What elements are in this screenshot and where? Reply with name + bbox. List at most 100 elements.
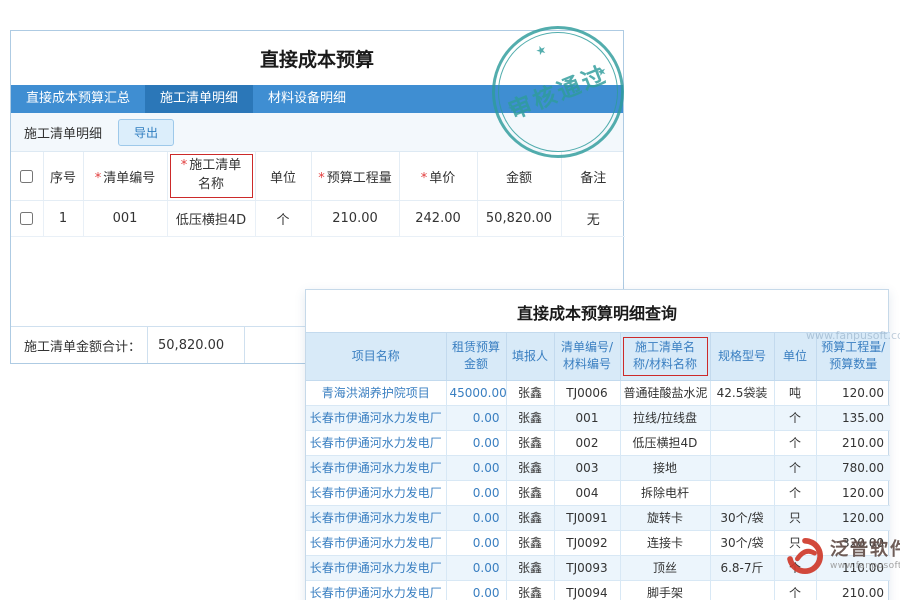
- cell: 低压横担4D: [167, 201, 255, 237]
- header-row: 项目名称租赁预算金额填报人清单编号/材料编号施工清单名称/材料名称规格型号单位预…: [306, 333, 890, 381]
- cell: 210.00: [816, 580, 890, 600]
- cell: [710, 405, 774, 430]
- cell: 50,820.00: [477, 201, 561, 237]
- cell: 0.00: [446, 505, 506, 530]
- cell: 30个/袋: [710, 530, 774, 555]
- panel2-title: 直接成本预算明细查询: [306, 290, 888, 332]
- export-button[interactable]: 导出: [118, 119, 174, 146]
- cell: 青海洪湖养护院项目: [306, 380, 446, 405]
- cell: [710, 480, 774, 505]
- cell: [710, 455, 774, 480]
- table-row: 长春市伊通河水力发电厂0.00张鑫004拆除电杆个120.00: [306, 480, 890, 505]
- cell: 普通硅酸盐水泥: [620, 380, 710, 405]
- cell: 210.00: [816, 430, 890, 455]
- brand-text-block: 泛普软件 www.fanpusoft.com: [830, 540, 900, 571]
- cell: 张鑫: [506, 480, 554, 505]
- cell: 个: [774, 480, 816, 505]
- cell: 6.8-7斤: [710, 555, 774, 580]
- brand-name: 泛普软件: [830, 540, 900, 561]
- tab-1[interactable]: 直接成本预算汇总: [11, 85, 145, 113]
- brand-url: www.fanpusoft.com: [830, 561, 900, 571]
- table-row: 长春市伊通河水力发电厂0.00张鑫003接地个780.00: [306, 455, 890, 480]
- required-asterisk: *: [421, 171, 428, 186]
- column-header: *清单编号: [83, 152, 167, 201]
- cell: 长春市伊通河水力发电厂: [306, 430, 446, 455]
- column-header: *施工清单名称: [167, 152, 255, 201]
- header-label: 序号: [50, 171, 76, 186]
- header-label: 金额: [506, 171, 532, 186]
- table-row: 长春市伊通河水力发电厂0.00张鑫002低压横担4D个210.00: [306, 430, 890, 455]
- cell: 长春市伊通河水力发电厂: [306, 580, 446, 600]
- column-header: 清单编号/材料编号: [554, 333, 620, 381]
- cell: 张鑫: [506, 505, 554, 530]
- table-row: 长春市伊通河水力发电厂0.00张鑫TJ0091旋转卡30个/袋只120.00: [306, 505, 890, 530]
- cell: 0.00: [446, 555, 506, 580]
- column-header: 填报人: [506, 333, 554, 381]
- cell: 张鑫: [506, 530, 554, 555]
- cell: 个: [774, 430, 816, 455]
- column-header: 施工清单名称/材料名称: [620, 333, 710, 381]
- header-row: 序号*清单编号*施工清单名称单位*预算工程量*单价金额备注: [11, 152, 625, 201]
- cell: 0.00: [446, 405, 506, 430]
- cell: 1: [43, 201, 83, 237]
- toolbar: 施工清单明细 导出: [11, 113, 623, 152]
- cell: 120.00: [816, 505, 890, 530]
- cell: 0.00: [446, 530, 506, 555]
- cell: 低压横担4D: [620, 430, 710, 455]
- required-asterisk: *: [181, 158, 188, 173]
- cell: 张鑫: [506, 380, 554, 405]
- cell: TJ0006: [554, 380, 620, 405]
- cell: TJ0092: [554, 530, 620, 555]
- cell: 30个/袋: [710, 505, 774, 530]
- cell: 接地: [620, 455, 710, 480]
- tab-bar: 直接成本预算汇总施工清单明细材料设备明细: [11, 85, 623, 113]
- cell: 连接卡: [620, 530, 710, 555]
- faint-url-watermark: www.fanpusoft.com: [806, 329, 900, 342]
- brand-watermark: 泛普软件 www.fanpusoft.com: [786, 537, 900, 575]
- column-header: 单位: [255, 152, 311, 201]
- select-all-cell: [11, 152, 43, 201]
- column-header: 项目名称: [306, 333, 446, 381]
- cell: 001: [83, 201, 167, 237]
- table-row: 1001低压横担4D个210.00242.0050,820.00无: [11, 201, 625, 237]
- cell: 吨: [774, 380, 816, 405]
- cell: 张鑫: [506, 405, 554, 430]
- section-label: 施工清单明细: [24, 123, 102, 142]
- row-checkbox[interactable]: [20, 212, 33, 225]
- tab-3[interactable]: 材料设备明细: [253, 85, 361, 113]
- cell: 长春市伊通河水力发电厂: [306, 555, 446, 580]
- cell: TJ0094: [554, 580, 620, 600]
- column-header: 租赁预算金额: [446, 333, 506, 381]
- cell: 长春市伊通河水力发电厂: [306, 480, 446, 505]
- column-header: 序号: [43, 152, 83, 201]
- column-header: *单价: [399, 152, 477, 201]
- cell: 张鑫: [506, 455, 554, 480]
- cell: TJ0093: [554, 555, 620, 580]
- cell: 长春市伊通河水力发电厂: [306, 455, 446, 480]
- cell: 顶丝: [620, 555, 710, 580]
- cell: 拆除电杆: [620, 480, 710, 505]
- cell: 0.00: [446, 430, 506, 455]
- header-label: 施工清单名称: [189, 158, 241, 192]
- cell: 脚手架: [620, 580, 710, 600]
- cell: 长春市伊通河水力发电厂: [306, 405, 446, 430]
- column-header: 备注: [561, 152, 625, 201]
- cell: 拉线/拉线盘: [620, 405, 710, 430]
- cell: 无: [561, 201, 625, 237]
- tab-2[interactable]: 施工清单明细: [145, 85, 253, 113]
- cell: 只: [774, 505, 816, 530]
- header-label: 备注: [580, 171, 606, 186]
- highlighted-header-box: *施工清单名称: [170, 154, 253, 198]
- cell: 长春市伊通河水力发电厂: [306, 505, 446, 530]
- select-all-checkbox[interactable]: [20, 170, 33, 183]
- row-select-cell: [11, 201, 43, 237]
- total-value-cell: 50,820.00: [147, 327, 245, 363]
- cell: 0.00: [446, 580, 506, 600]
- table-row: 长春市伊通河水力发电厂0.00张鑫TJ0094脚手架个210.00: [306, 580, 890, 600]
- header-label: 清单编号: [103, 171, 155, 186]
- cell: 135.00: [816, 405, 890, 430]
- table-row: 青海洪湖养护院项目45000.00张鑫TJ0006普通硅酸盐水泥42.5袋装吨1…: [306, 380, 890, 405]
- cell: 个: [255, 201, 311, 237]
- cell: 120.00: [816, 380, 890, 405]
- cell: 210.00: [311, 201, 399, 237]
